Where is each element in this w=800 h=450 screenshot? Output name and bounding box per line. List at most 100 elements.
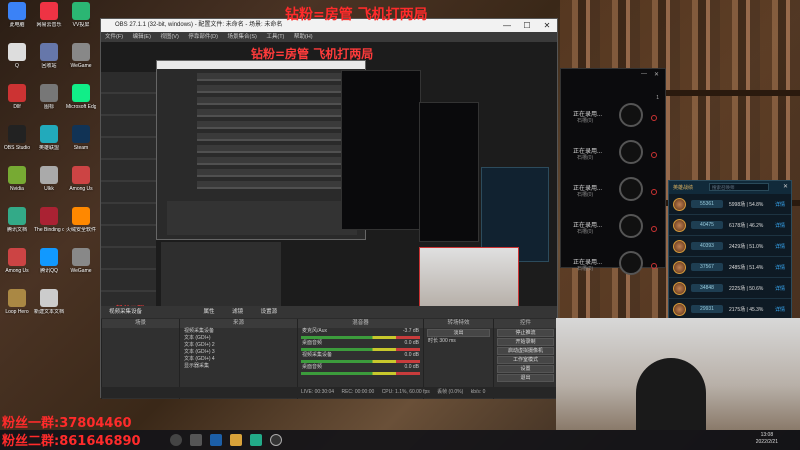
desktop-icon[interactable]: 火绒安全软件 (66, 207, 96, 233)
desktop-icon[interactable]: Steam (66, 125, 96, 151)
desktop-icon[interactable]: 腾讯文档 (2, 207, 32, 233)
task-view-icon[interactable] (190, 434, 202, 446)
folder-icon[interactable] (230, 434, 242, 446)
desktop-icon[interactable]: OBS Studio (2, 125, 32, 151)
virtual-camera-button[interactable]: 启动虚拟摄像机 (497, 347, 554, 355)
close-icon[interactable]: ✕ (537, 19, 557, 32)
menu-edit[interactable]: 编辑(E) (133, 34, 151, 40)
nested-titlebar (157, 61, 365, 69)
source-item[interactable]: 显示器采集 (180, 363, 297, 370)
close-icon[interactable]: ✕ (783, 183, 788, 190)
summoner-row[interactable]: 55361 5998场 | 54.8% 详情 (669, 194, 791, 215)
rec-status: REC: 00:00:00 (341, 389, 375, 395)
summoner-search-input[interactable]: 搜索召唤师 (709, 183, 769, 191)
volume-meter[interactable] (301, 336, 420, 339)
desktop-icon[interactable]: WeGame (66, 248, 96, 274)
desktop-icon[interactable]: 新建文本文档 (34, 289, 64, 315)
source-item[interactable]: 文本 (GDI+) 3 (180, 349, 297, 356)
summoner-row[interactable]: 40393 2429场 | 51.0% 详情 (669, 236, 791, 257)
desktop-icon[interactable]: 腾讯QQ (34, 248, 64, 274)
details-link[interactable]: 详情 (775, 285, 785, 292)
details-link[interactable]: 详情 (775, 201, 785, 208)
source-item[interactable]: 视频采集设备 (180, 328, 297, 335)
summoner-row[interactable]: 34848 2225场 | 50.6% 详情 (669, 278, 791, 299)
transition-select[interactable]: 淡出 (427, 329, 490, 337)
setup-source-button[interactable]: 设置源 (261, 309, 278, 315)
desktop-icon[interactable]: WeGame (66, 43, 96, 69)
menu-tools[interactable]: 工具(T) (266, 34, 284, 40)
exit-button[interactable]: 退出 (497, 374, 554, 382)
menu-file[interactable]: 文件(F) (105, 34, 123, 40)
desktop-icon[interactable]: 英雄联盟 (34, 125, 64, 151)
steam-icon[interactable] (210, 434, 222, 446)
desktop-icon[interactable]: Ulkk (34, 166, 64, 192)
channel-db: 0.0 dB (404, 340, 419, 346)
desktop-icon[interactable]: Among Us (2, 248, 32, 274)
summoner-row[interactable]: 40475 6178场 | 46.2% 详情 (669, 215, 791, 236)
volume-meter[interactable] (301, 348, 420, 351)
app-icon (8, 43, 26, 61)
summoner-row[interactable]: 29931 2175场 | 45.3% 详情 (669, 299, 791, 320)
summoner-id: 40393 (691, 242, 723, 250)
source-item[interactable]: 文本 (GDI+) (180, 335, 297, 342)
desktop-icon[interactable]: Dllf (2, 84, 32, 110)
panel-close-icon[interactable]: ✕ (654, 71, 659, 78)
details-link[interactable]: 详情 (775, 264, 785, 271)
search-icon[interactable] (170, 434, 182, 446)
record-circle-button[interactable] (619, 251, 643, 275)
menu-help[interactable]: 帮助(H) (294, 34, 313, 40)
obs-preview[interactable]: 钻粉=房管 飞机打两局 粉丝二群:861646890 (101, 42, 557, 318)
desktop-icon[interactable]: Nvidia (2, 166, 32, 192)
menu-view[interactable]: 视图(V) (160, 34, 178, 40)
record-circle-button[interactable] (619, 177, 643, 201)
details-link[interactable]: 详情 (775, 306, 785, 313)
desktop-icon-label: 图标 (43, 104, 54, 110)
clock[interactable]: 13:08 2022/2/21 (756, 432, 778, 446)
summoner-id: 55361 (691, 200, 723, 208)
desktop-icon-label: 腾讯QQ (40, 268, 58, 274)
record-circle-button[interactable] (619, 140, 643, 164)
desktop: 此电脑 网易云音乐 VV投屏 Q 回收站 WeGame Dllf 图标 Microsoft Ed… (0, 0, 800, 450)
desktop-icon[interactable]: Among Us (66, 166, 96, 192)
source-item[interactable]: 文本 (GDI+) 4 (180, 356, 297, 363)
panel-minimize-icon[interactable]: — (641, 71, 647, 77)
filters-button[interactable]: 滤镜 (232, 309, 243, 315)
studio-mode-button[interactable]: 工作室模式 (497, 356, 554, 364)
obs-icon[interactable] (270, 434, 282, 446)
desktop-icon[interactable]: 图标 (34, 84, 64, 110)
desktop-icon[interactable]: Loop Hero (2, 289, 32, 315)
desktop-icon[interactable]: 此电脑 (2, 2, 32, 28)
desktop-icon[interactable]: The Binding of Isaac (34, 207, 64, 233)
menu-docks[interactable]: 停靠部件(D) (188, 34, 218, 40)
details-link[interactable]: 详情 (775, 243, 785, 250)
record-circle-button[interactable] (619, 214, 643, 238)
menu-scene-collection[interactable]: 场景集合(S) (227, 34, 256, 40)
source-item[interactable]: 文本 (GDI+) 2 (180, 342, 297, 349)
desktop-icon[interactable]: Microsoft Edge (66, 84, 96, 110)
start-recording-button[interactable]: 开始录制 (497, 338, 554, 346)
desktop-icon[interactable]: Q (2, 43, 32, 69)
wechat-icon[interactable] (250, 434, 262, 446)
minimize-icon[interactable]: — (497, 19, 517, 32)
volume-meter[interactable] (301, 372, 420, 375)
channel-name: 桌面音频 (302, 340, 323, 346)
record-circle-button[interactable] (619, 103, 643, 127)
app-icon (8, 166, 26, 184)
desktop-icon[interactable]: 回收站 (34, 43, 64, 69)
volume-meter[interactable] (301, 360, 420, 363)
nested-icons-strip (101, 72, 156, 312)
properties-button[interactable]: 属性 (204, 309, 215, 315)
duration-input[interactable]: 300 ms (439, 338, 455, 344)
app-icon (8, 289, 26, 307)
details-link[interactable]: 详情 (775, 222, 785, 229)
desktop-icon[interactable]: 网易云音乐 (34, 2, 64, 28)
stop-streaming-button[interactable]: 停止推流 (497, 329, 554, 337)
settings-button[interactable]: 设置 (497, 365, 554, 373)
transitions-header: 转场特效 (424, 319, 493, 328)
maximize-icon[interactable]: ☐ (517, 19, 537, 32)
summoner-row[interactable]: 37567 2485场 | 51.4% 详情 (669, 257, 791, 278)
desktop-icon[interactable]: VV投屏 (66, 2, 96, 28)
obs-window[interactable]: OBS 27.1.1 (32-bit, windows) - 配置文件: 未命名… (100, 18, 558, 399)
app-icon (8, 248, 26, 266)
app-icon (8, 84, 26, 102)
